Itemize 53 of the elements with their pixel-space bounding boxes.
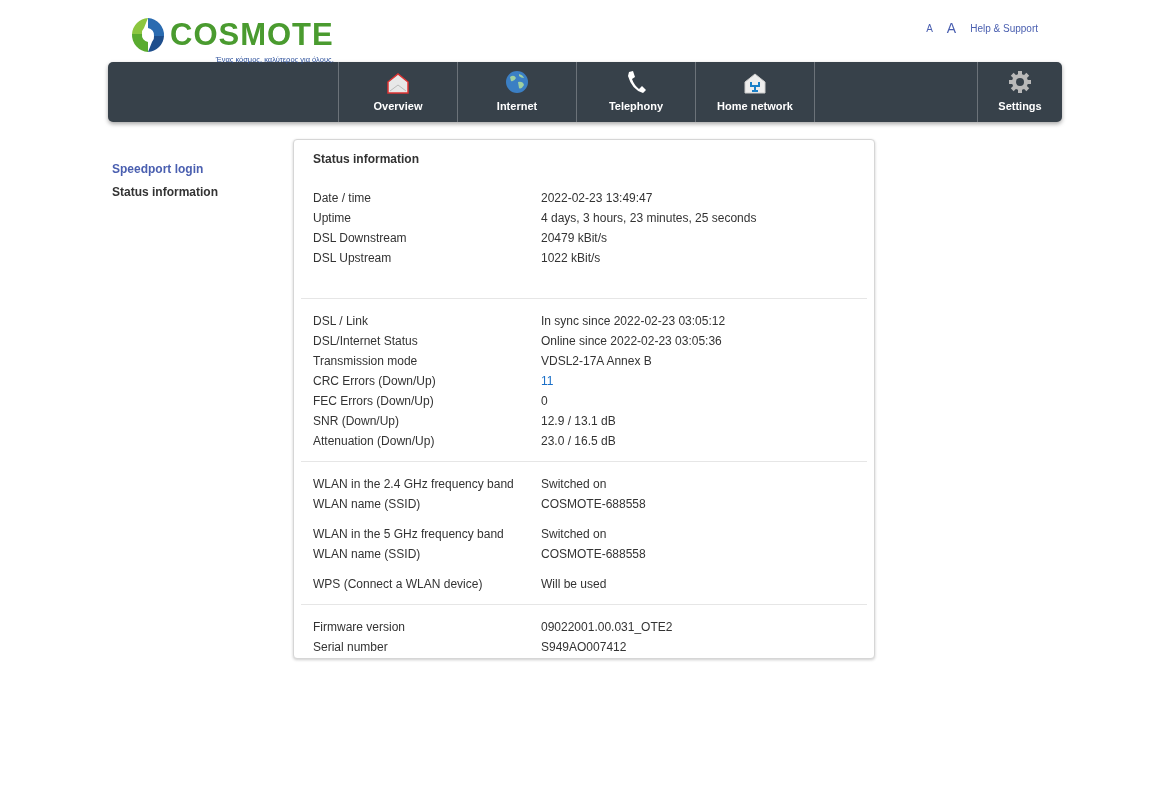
field-value: Online since 2022-02-23 03:05:36 (541, 334, 722, 348)
nav-tab[interactable]: Overview (339, 62, 458, 122)
field-value: Will be used (541, 577, 607, 591)
font-size-large-link[interactable]: A (946, 20, 957, 36)
phone-icon (625, 70, 647, 94)
field-label: CRC Errors (Down/Up) (313, 374, 437, 388)
field-value: 12.9 / 13.1 dB (541, 414, 616, 428)
field-label: DSL / Link (313, 314, 369, 328)
globe-icon (505, 70, 529, 94)
field-label: WLAN in the 5 GHz frequency band (313, 527, 505, 541)
house-icon (386, 72, 410, 94)
field-label: WLAN name (SSID) (313, 497, 422, 511)
sidebar-link[interactable]: Speedport login (112, 162, 293, 176)
field-label: WLAN name (SSID) (313, 547, 422, 561)
field-label: SNR (Down/Up) (313, 414, 400, 428)
brand-name: COSMOTE (170, 19, 334, 50)
field-value: 4 days, 3 hours, 23 minutes, 25 seconds (541, 211, 757, 225)
logo-icon (130, 16, 166, 54)
field-label: FEC Errors (Down/Up) (313, 394, 435, 408)
field-value: In sync since 2022-02-23 03:05:12 (541, 314, 726, 328)
field-label: Firmware version (313, 620, 406, 634)
field-value: 09022001.00.031_OTE2 (541, 620, 673, 634)
help-support-link[interactable]: Help & Support (970, 22, 1038, 34)
field-value: VDSL2-17A Annex B (541, 354, 652, 368)
field-label: Date / time (313, 191, 373, 205)
field-label: DSL/Internet Status (313, 334, 419, 348)
field-value: 23.0 / 16.5 dB (541, 434, 616, 448)
nav-tab[interactable]: Home network (696, 62, 815, 122)
field-value: S949AO007412 (541, 640, 627, 654)
field-value: Switched on (541, 527, 607, 541)
field-label: Uptime (313, 211, 352, 225)
field-label: Serial number (313, 640, 389, 654)
font-size-small-link[interactable]: A (926, 22, 933, 34)
nav-tab[interactable]: Telephony (577, 62, 696, 122)
field-label: DSL Upstream (313, 251, 393, 265)
field-value: COSMOTE-688558 (541, 547, 646, 561)
field-value: 0 (541, 394, 548, 408)
nav-tab[interactable]: Settings (977, 62, 1062, 122)
field-label: Attenuation (Down/Up) (313, 434, 436, 448)
nav-tab[interactable]: Internet (458, 62, 577, 122)
field-value: 2022-02-23 13:49:47 (541, 191, 653, 205)
field-value: 1022 kBit/s (541, 251, 601, 265)
sidebar-link[interactable]: Status information (112, 185, 293, 199)
card-title: Status information (312, 151, 420, 168)
field-label: DSL Downstream (313, 231, 408, 245)
field-value-link[interactable]: 11 (541, 374, 554, 388)
field-label: Transmission mode (313, 354, 419, 368)
field-value: COSMOTE-688558 (541, 497, 646, 511)
field-value: Switched on (541, 477, 607, 491)
field-label: WPS (Connect a WLAN device) (313, 577, 484, 591)
field-label: WLAN in the 2.4 GHz frequency band (313, 477, 515, 491)
field-value: 20479 kBit/s (541, 231, 608, 245)
house-network-icon (743, 72, 767, 94)
